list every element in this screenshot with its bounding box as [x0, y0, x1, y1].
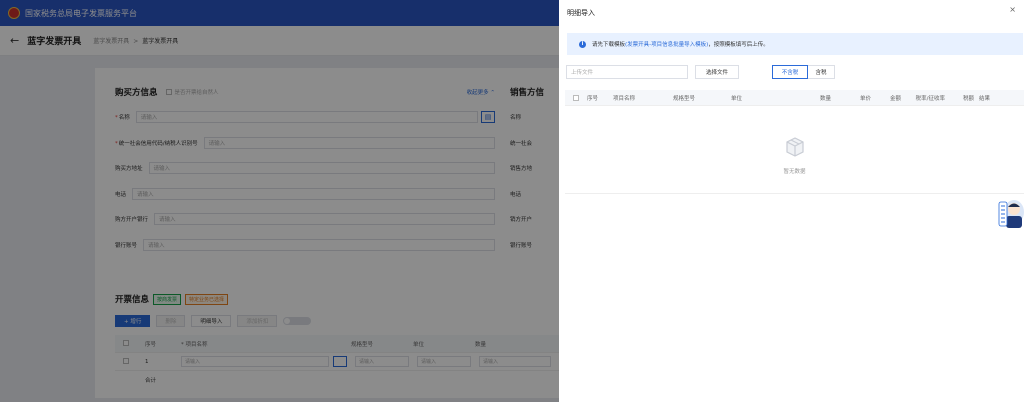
info-text-suffix: ，按照模板填写后上传。	[708, 42, 769, 48]
info-text-prefix: 请先下载模板	[592, 42, 626, 48]
choose-file-button[interactable]: 选择文件	[695, 65, 739, 79]
table-header: 规格型号	[673, 95, 696, 102]
info-alert: i 请先下载模板 (发票开具-项目信息批量导入模板) ，按照模板填写后上传。	[567, 33, 1023, 55]
tax-exclusive-option[interactable]: 不含税	[772, 65, 808, 79]
tax-inclusive-option[interactable]: 含税	[808, 65, 835, 79]
template-download-link[interactable]: (发票开具-项目信息批量导入模板)	[625, 40, 708, 48]
table-header: 结果	[979, 95, 991, 102]
table-header: 金额	[889, 95, 901, 102]
table-header: 项目名称	[613, 95, 636, 102]
table-header: 序号	[587, 95, 599, 102]
drawer-title: 明细导入	[567, 9, 595, 17]
table-header: 单价	[859, 95, 871, 102]
detail-table-body: 暂无数据	[565, 106, 1024, 194]
info-icon: i	[579, 40, 586, 48]
upload-file-input[interactable]: 上传文件	[566, 65, 688, 79]
detail-table: 序号 项目名称 规格型号 单位 数量 单价 金额 税率/征收率 税额 结果 暂无…	[565, 90, 1024, 194]
tax-mode-segment: 不含税 含税	[772, 65, 835, 79]
empty-box-icon	[785, 137, 804, 157]
empty-text: 暂无数据	[783, 169, 806, 175]
empty-state: 暂无数据	[565, 136, 1024, 175]
assistant-avatar-icon[interactable]	[998, 196, 1024, 232]
detail-table-header: 序号 项目名称 规格型号 单位 数量 单价 金额 税率/征收率 税额 结果	[565, 90, 1024, 106]
close-icon[interactable]: ×	[1009, 5, 1016, 14]
table-header: 数量	[819, 95, 831, 102]
table-header: 税额	[962, 95, 974, 102]
detail-import-drawer: 明细导入 × i 请先下载模板 (发票开具-项目信息批量导入模板) ，按照模板填…	[559, 0, 1024, 402]
table-header: 税率/征收率	[915, 95, 945, 102]
select-all-checkbox[interactable]	[573, 94, 579, 101]
table-header: 单位	[731, 95, 743, 102]
